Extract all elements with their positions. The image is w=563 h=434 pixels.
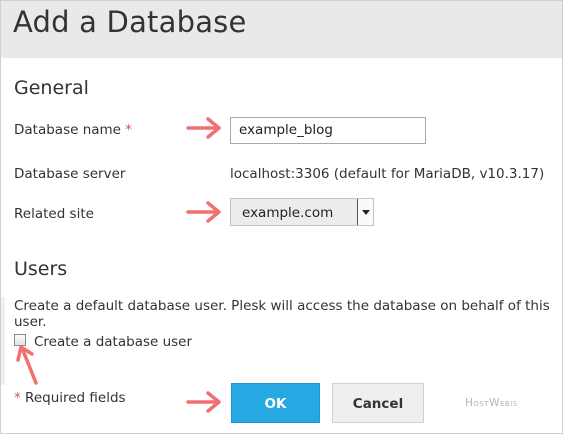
database-name-label: Database name *	[14, 122, 132, 138]
required-marker: *	[14, 390, 21, 406]
hostwebis-watermark: HostWebis	[465, 397, 518, 409]
section-general-title: General	[14, 77, 89, 99]
dialog: Add a Database General Database name * e…	[0, 0, 563, 434]
database-name-label-text: Database name	[14, 122, 121, 138]
related-site-select[interactable]: example.com	[230, 198, 374, 226]
required-fields-note: * Required fields	[14, 390, 126, 406]
database-server-value: localhost:3306 (default for MariaDB, v10…	[230, 166, 545, 182]
create-database-user-label[interactable]: Create a database user	[34, 334, 192, 350]
related-site-label: Related site	[14, 206, 94, 222]
users-description: Create a default database user. Plesk wi…	[14, 298, 550, 330]
ok-button[interactable]: OK	[231, 383, 320, 423]
database-name-input[interactable]: example_blog	[230, 117, 426, 144]
chevron-down-icon[interactable]	[357, 199, 373, 225]
database-server-label: Database server	[14, 166, 126, 182]
page-header: Add a Database	[1, 1, 562, 58]
related-site-selected-value: example.com	[242, 205, 334, 221]
section-users-title: Users	[14, 258, 68, 280]
left-edge-strip	[1, 297, 5, 385]
page-title: Add a Database	[13, 5, 247, 39]
required-fields-text: Required fields	[25, 390, 126, 406]
create-database-user-checkbox[interactable]	[14, 334, 26, 346]
required-marker: *	[125, 122, 133, 138]
cancel-button[interactable]: Cancel	[332, 383, 424, 423]
